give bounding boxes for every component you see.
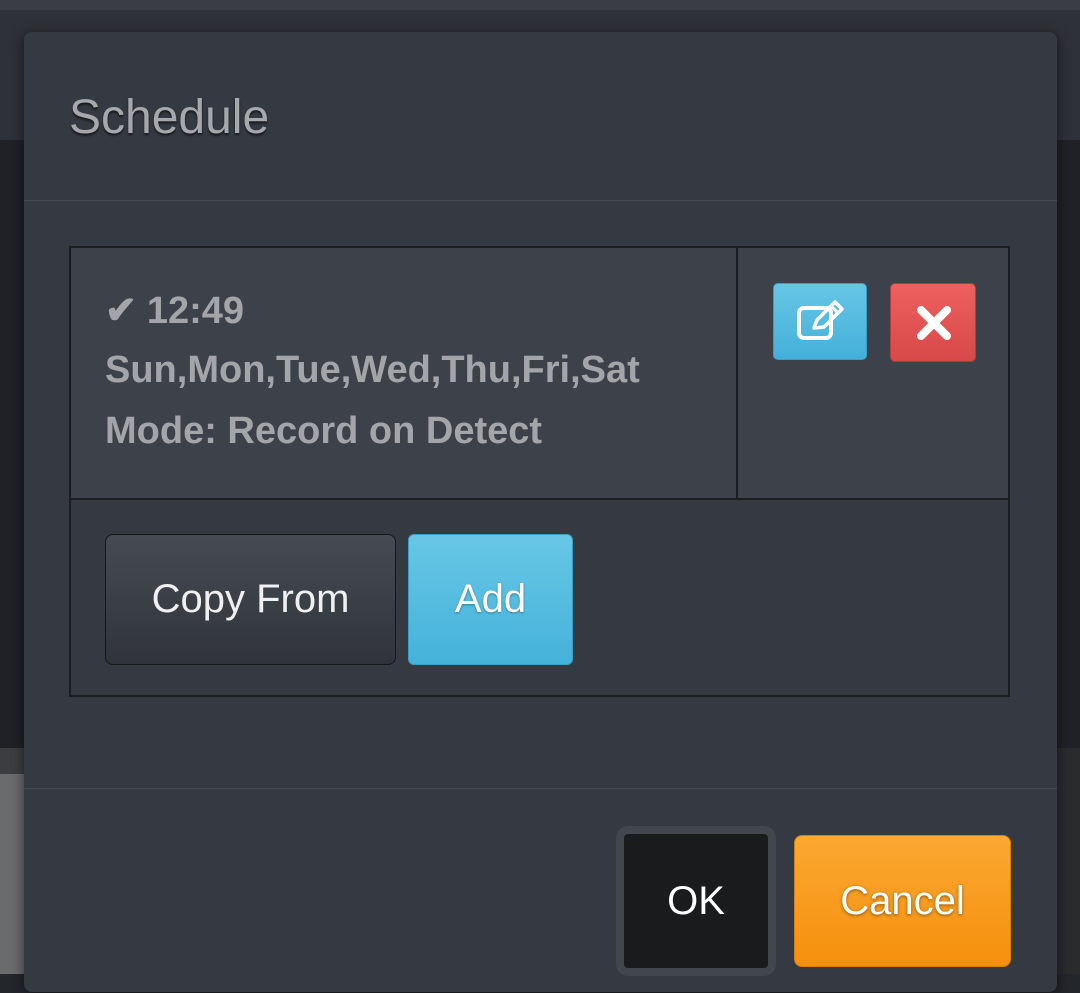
dialog-title: Schedule [69, 91, 270, 144]
schedule-entry-time: 12:49 [146, 290, 245, 332]
backdrop-panel-right [1056, 748, 1080, 974]
ok-button[interactable]: OK [616, 826, 776, 976]
schedule-controls-row: Copy From Add [71, 500, 1008, 695]
checkmark-icon: ✔ [105, 290, 137, 332]
edit-entry-button[interactable] [773, 283, 867, 360]
schedule-entry-time-line: ✔ 12:49 [105, 288, 244, 333]
copy-from-button[interactable]: Copy From [105, 534, 396, 665]
backdrop-panel-left-strip [0, 748, 26, 774]
edit-icon [797, 300, 844, 340]
backdrop-panel-left [0, 748, 26, 974]
dialog-header: Schedule [24, 32, 1057, 201]
schedule-entry-actions [738, 248, 1008, 498]
schedule-entry-row: ✔ 12:49 Sun,Mon,Tue,Wed,Thu,Fri,Sat Mode:… [71, 248, 1008, 500]
close-icon [917, 306, 951, 340]
schedule-dialog: Schedule ✔ 12:49 Sun,Mon,Tue,Wed,Thu,Fri,… [24, 32, 1057, 992]
dialog-footer: OK Cancel [24, 788, 1057, 993]
backdrop-top-edge [0, 0, 1080, 10]
schedule-table: ✔ 12:49 Sun,Mon,Tue,Wed,Thu,Fri,Sat Mode:… [69, 246, 1010, 697]
delete-entry-button[interactable] [890, 283, 976, 362]
add-button[interactable]: Add [408, 534, 573, 665]
cancel-button[interactable]: Cancel [794, 835, 1011, 967]
schedule-entry-info: ✔ 12:49 Sun,Mon,Tue,Wed,Thu,Fri,Sat Mode:… [71, 248, 738, 498]
schedule-entry-days: Sun,Mon,Tue,Wed,Thu,Fri,Sat [105, 349, 640, 391]
schedule-entry-mode: Mode: Record on Detect [105, 410, 543, 452]
